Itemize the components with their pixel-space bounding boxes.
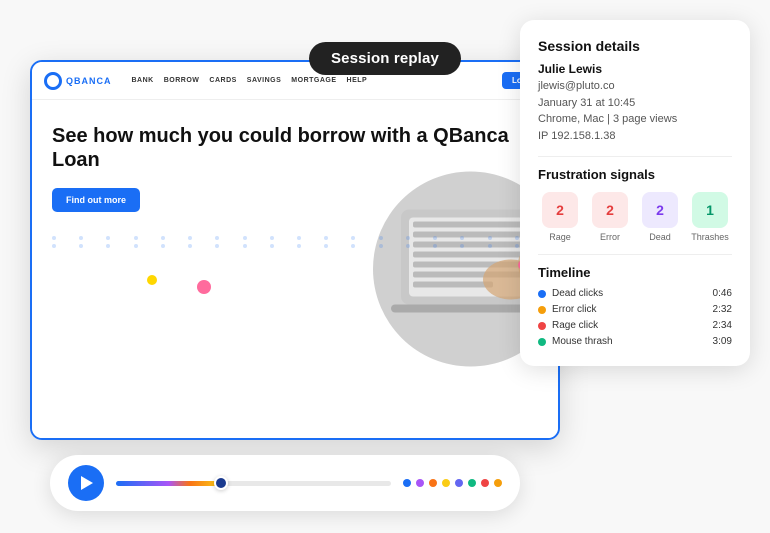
browser-window: QBANCA BANK BORROW CARDS SAVINGS MORTGAG… bbox=[30, 60, 560, 440]
scene: QBANCA BANK BORROW CARDS SAVINGS MORTGAG… bbox=[0, 0, 770, 533]
divider-2 bbox=[538, 254, 732, 255]
rage-label: Rage bbox=[549, 232, 571, 242]
mouse-thrash-time: 3:09 bbox=[713, 336, 732, 347]
session-date: January 31 at 10:45 bbox=[538, 95, 732, 112]
progress-fill bbox=[116, 481, 221, 486]
user-email: jlewis@pluto.co bbox=[538, 78, 732, 95]
error-label: Error bbox=[600, 232, 620, 242]
hero-title: See how much you could borrow with a QBa… bbox=[52, 124, 538, 172]
mouse-thrash-dot-icon bbox=[538, 338, 546, 346]
nav-links: BANK BORROW CARDS SAVINGS MORTGAGE HELP bbox=[132, 77, 493, 84]
playback-bar bbox=[50, 455, 520, 511]
dead-badge: 2 bbox=[642, 192, 678, 228]
hero-left: See how much you could borrow with a QBa… bbox=[32, 100, 558, 438]
marker-dot-8 bbox=[494, 479, 502, 487]
marker-dot-7 bbox=[481, 479, 489, 487]
decoration-dot-1 bbox=[197, 280, 211, 294]
session-details-card: Session details Julie Lewis jlewis@pluto… bbox=[520, 20, 750, 366]
frustration-title: Frustration signals bbox=[538, 167, 732, 182]
error-click-time: 2:32 bbox=[713, 304, 732, 315]
rage-click-dot-icon bbox=[538, 322, 546, 330]
timeline-marker-dots bbox=[403, 479, 502, 487]
dead-clicks-time: 0:46 bbox=[713, 288, 732, 299]
marker-dot-6 bbox=[468, 479, 476, 487]
rage-click-label: Rage click bbox=[552, 320, 707, 331]
session-details-title: Session details bbox=[538, 38, 732, 54]
nav-savings[interactable]: SAVINGS bbox=[247, 77, 282, 84]
user-name: Julie Lewis bbox=[538, 62, 732, 76]
play-icon bbox=[81, 476, 93, 490]
dots-pattern bbox=[52, 236, 538, 248]
play-button[interactable] bbox=[68, 465, 104, 501]
error-click-label: Error click bbox=[552, 304, 707, 315]
logo-text: QBANCA bbox=[66, 76, 112, 86]
marker-dot-2 bbox=[416, 479, 424, 487]
marker-dot-3 bbox=[429, 479, 437, 487]
signal-thrash: 1 Thrashes bbox=[688, 192, 732, 242]
nav-borrow[interactable]: BORROW bbox=[164, 77, 200, 84]
logo-circle-icon bbox=[44, 72, 62, 90]
signal-error: 2 Error bbox=[588, 192, 632, 242]
signal-dead: 2 Dead bbox=[638, 192, 682, 242]
dead-clicks-dot-icon bbox=[538, 290, 546, 298]
divider-1 bbox=[538, 156, 732, 157]
timeline-title: Timeline bbox=[538, 265, 732, 280]
session-replay-label: Session replay bbox=[309, 42, 461, 75]
rage-badge: 2 bbox=[542, 192, 578, 228]
session-meta: Chrome, Mac | 3 page views bbox=[538, 111, 732, 128]
error-badge: 2 bbox=[592, 192, 628, 228]
marker-dot-4 bbox=[442, 479, 450, 487]
timeline-dead-clicks: Dead clicks 0:46 bbox=[538, 288, 732, 299]
bank-hero: See how much you could borrow with a QBa… bbox=[32, 100, 558, 438]
bank-logo: QBANCA bbox=[44, 72, 112, 90]
nav-mortgage[interactable]: MORTGAGE bbox=[291, 77, 336, 84]
timeline-error-click: Error click 2:32 bbox=[538, 304, 732, 315]
thrash-label: Thrashes bbox=[691, 232, 729, 242]
nav-cards[interactable]: CARDS bbox=[209, 77, 236, 84]
bank-nav: QBANCA BANK BORROW CARDS SAVINGS MORTGAG… bbox=[32, 62, 558, 100]
marker-dot-1 bbox=[403, 479, 411, 487]
progress-track[interactable] bbox=[116, 481, 391, 486]
user-ip: IP 192.158.1.38 bbox=[538, 128, 732, 145]
decoration-dot-2 bbox=[147, 275, 157, 285]
error-click-dot-icon bbox=[538, 306, 546, 314]
progress-thumb[interactable] bbox=[214, 476, 228, 490]
mouse-thrash-label: Mouse thrash bbox=[552, 336, 707, 347]
nav-bank[interactable]: BANK bbox=[132, 77, 154, 84]
find-out-more-button[interactable]: Find out more bbox=[52, 188, 140, 212]
marker-dot-5 bbox=[455, 479, 463, 487]
timeline-rage-click: Rage click 2:34 bbox=[538, 320, 732, 331]
timeline-mouse-thrash: Mouse thrash 3:09 bbox=[538, 336, 732, 347]
frustration-grid: 2 Rage 2 Error 2 Dead 1 Thrashes bbox=[538, 192, 732, 242]
nav-help[interactable]: HELP bbox=[347, 77, 368, 84]
dead-label: Dead bbox=[649, 232, 671, 242]
thrash-badge: 1 bbox=[692, 192, 728, 228]
dead-clicks-label: Dead clicks bbox=[552, 288, 707, 299]
rage-click-time: 2:34 bbox=[713, 320, 732, 331]
signal-rage: 2 Rage bbox=[538, 192, 582, 242]
